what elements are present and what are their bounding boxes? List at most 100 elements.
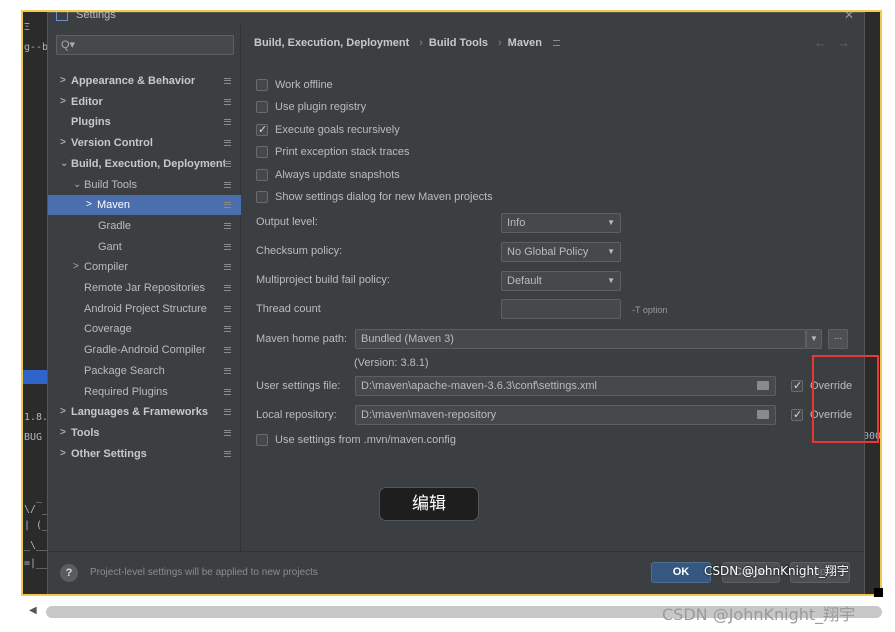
tree-item-languages-frameworks[interactable]: > Languages & Frameworks <box>48 402 241 422</box>
tree-item-tools[interactable]: > Tools <box>48 423 241 443</box>
output-level-label: Output level: <box>256 216 318 228</box>
tree-item-compiler[interactable]: > Compiler <box>48 257 241 277</box>
tree-item-editor[interactable]: > Editor <box>48 92 241 112</box>
maven-home-dropdown-button[interactable]: ▼ <box>806 329 822 349</box>
project-scope-icon <box>224 202 231 209</box>
breadcrumb-item: Maven <box>507 37 542 49</box>
breadcrumb-item: Build, Execution, Deployment <box>254 37 410 49</box>
close-icon[interactable]: ✕ <box>844 12 854 22</box>
tree-item-label: Remote Jar Repositories <box>84 282 206 294</box>
chevron-right-icon[interactable]: > <box>60 423 66 443</box>
option-checkbox[interactable] <box>256 121 268 139</box>
chevron-right-icon[interactable]: > <box>86 195 92 215</box>
option-checkbox[interactable] <box>256 191 268 203</box>
output-level-select[interactable]: Info ▼ <box>501 213 621 233</box>
forward-arrow-icon[interactable]: → <box>837 35 850 50</box>
local-repo-value: D:\maven\maven-repository <box>361 409 497 421</box>
screenshot-stage: Ξg--bo 1.8. BUG _ \/ _ | (_ _\__ =|__ 000 Sett… <box>0 0 895 632</box>
ok-button[interactable]: OK <box>651 562 711 583</box>
tree-item-build-execution-deployment[interactable]: ⌄ Build, Execution, Deployment <box>48 154 241 174</box>
tree-item-other-settings[interactable]: > Other Settings <box>48 444 241 464</box>
back-arrow-icon[interactable]: ← <box>814 35 827 50</box>
project-scope-icon <box>224 119 231 126</box>
multiproject-fail-value: Default <box>507 275 542 287</box>
project-scope-icon <box>224 285 231 291</box>
tree-item-gradle-android-compiler[interactable]: Gradle-Android Compiler <box>48 340 241 360</box>
project-scope-icon <box>224 409 231 416</box>
multiproject-fail-select[interactable]: Default ▼ <box>501 271 621 291</box>
tree-item-gradle[interactable]: Gradle <box>48 216 241 236</box>
project-scope-icon <box>224 347 231 354</box>
option-checkbox[interactable] <box>256 101 268 114</box>
project-scope-icon <box>224 140 231 147</box>
thread-count-input[interactable] <box>501 299 621 319</box>
app-icon <box>56 12 68 21</box>
tree-item-package-search[interactable]: Package Search <box>48 361 241 381</box>
tree-item-android-project-structure[interactable]: Android Project Structure <box>48 299 241 319</box>
ide-text: BUG <box>24 432 43 443</box>
project-scope-icon <box>224 243 231 250</box>
use-mvn-config-checkbox[interactable] <box>256 434 268 446</box>
ide-text: Ξ <box>24 22 31 33</box>
dialog-titlebar[interactable]: Settings ✕ <box>48 10 864 25</box>
chevron-right-icon[interactable]: > <box>60 444 66 464</box>
project-scope-icon <box>224 78 231 84</box>
tree-item-remote-jar-repositories[interactable]: Remote Jar Repositories <box>48 278 241 298</box>
dialog-title: Settings <box>76 10 116 21</box>
help-button[interactable]: ? <box>60 564 78 582</box>
local-repo-input[interactable]: D:\maven\maven-repository <box>355 405 776 425</box>
tree-item-coverage[interactable]: Coverage <box>48 319 241 339</box>
checksum-policy-select[interactable]: No Global Policy ▼ <box>501 242 621 262</box>
tree-item-required-plugins[interactable]: Required Plugins <box>48 382 241 402</box>
chevron-down-icon[interactable]: ⌄ <box>60 154 68 174</box>
tree-item-maven[interactable]: > Maven <box>48 195 241 216</box>
chevron-down-icon[interactable]: ⌄ <box>73 175 81 195</box>
project-scope-icon <box>224 181 231 188</box>
footer-note: Project-level settings will be applied t… <box>90 567 318 578</box>
folder-icon[interactable] <box>757 381 769 390</box>
tree-item-version-control[interactable]: > Version Control <box>48 133 241 153</box>
ide-text: | (_ <box>24 520 49 531</box>
scroll-left-arrow-icon[interactable]: ◀ <box>29 605 37 616</box>
chevron-right-icon[interactable]: > <box>60 71 66 91</box>
folder-icon[interactable] <box>757 410 769 419</box>
tree-item-label: Compiler <box>84 261 129 274</box>
tree-item-label: Languages & Frameworks <box>71 406 208 419</box>
project-scope-icon <box>224 160 231 167</box>
tree-item-label: Other Settings <box>71 447 147 460</box>
maven-home-select[interactable]: Bundled (Maven 3) <box>355 329 806 349</box>
tree-item-label: Tools <box>71 426 100 439</box>
tree-item-label: Appearance & Behavior <box>71 75 196 87</box>
chevron-right-icon[interactable]: > <box>73 257 79 277</box>
option-label: Use plugin registry <box>275 101 367 114</box>
option-checkbox[interactable] <box>256 168 268 181</box>
breadcrumb-separator: › <box>419 37 423 49</box>
ide-text: _ <box>24 492 43 503</box>
tree-item-gant[interactable]: Gant <box>48 237 241 257</box>
thread-count-label: Thread count <box>256 303 321 315</box>
ide-text: _\__ <box>24 540 49 551</box>
tree-item-plugins[interactable]: Plugins <box>48 112 241 132</box>
breadcrumb-item: Build Tools <box>428 37 488 49</box>
chevron-right-icon[interactable]: > <box>60 92 66 112</box>
chevron-right-icon[interactable]: > <box>60 402 66 422</box>
user-settings-input[interactable]: D:\maven\apache-maven-3.6.3\conf\setting… <box>355 376 776 396</box>
project-scope-icon <box>224 264 231 271</box>
maven-home-label: Maven home path: <box>256 333 348 345</box>
tree-item-appearance-behavior[interactable]: > Appearance & Behavior <box>48 71 241 91</box>
tree-item-build-tools[interactable]: ⌄ Build Tools <box>48 175 241 195</box>
user-settings-override-checkbox[interactable] <box>791 377 803 395</box>
local-repo-label: Local repository: <box>256 409 337 421</box>
ide-text: \/ _ <box>24 504 49 515</box>
option-checkbox[interactable] <box>256 146 268 159</box>
chevron-right-icon[interactable]: > <box>60 133 66 153</box>
project-scope-icon <box>224 388 231 395</box>
tree-item-label: Maven <box>97 199 131 212</box>
search-input[interactable]: Q▾ <box>56 35 234 55</box>
tree-item-label: Editor <box>71 95 103 108</box>
chevron-down-icon: ▼ <box>607 218 615 227</box>
local-repo-override-checkbox[interactable] <box>791 406 803 424</box>
checksum-policy-value: No Global Policy <box>507 246 589 258</box>
maven-home-browse-button[interactable]: ... <box>828 329 848 349</box>
option-checkbox[interactable] <box>256 79 268 91</box>
